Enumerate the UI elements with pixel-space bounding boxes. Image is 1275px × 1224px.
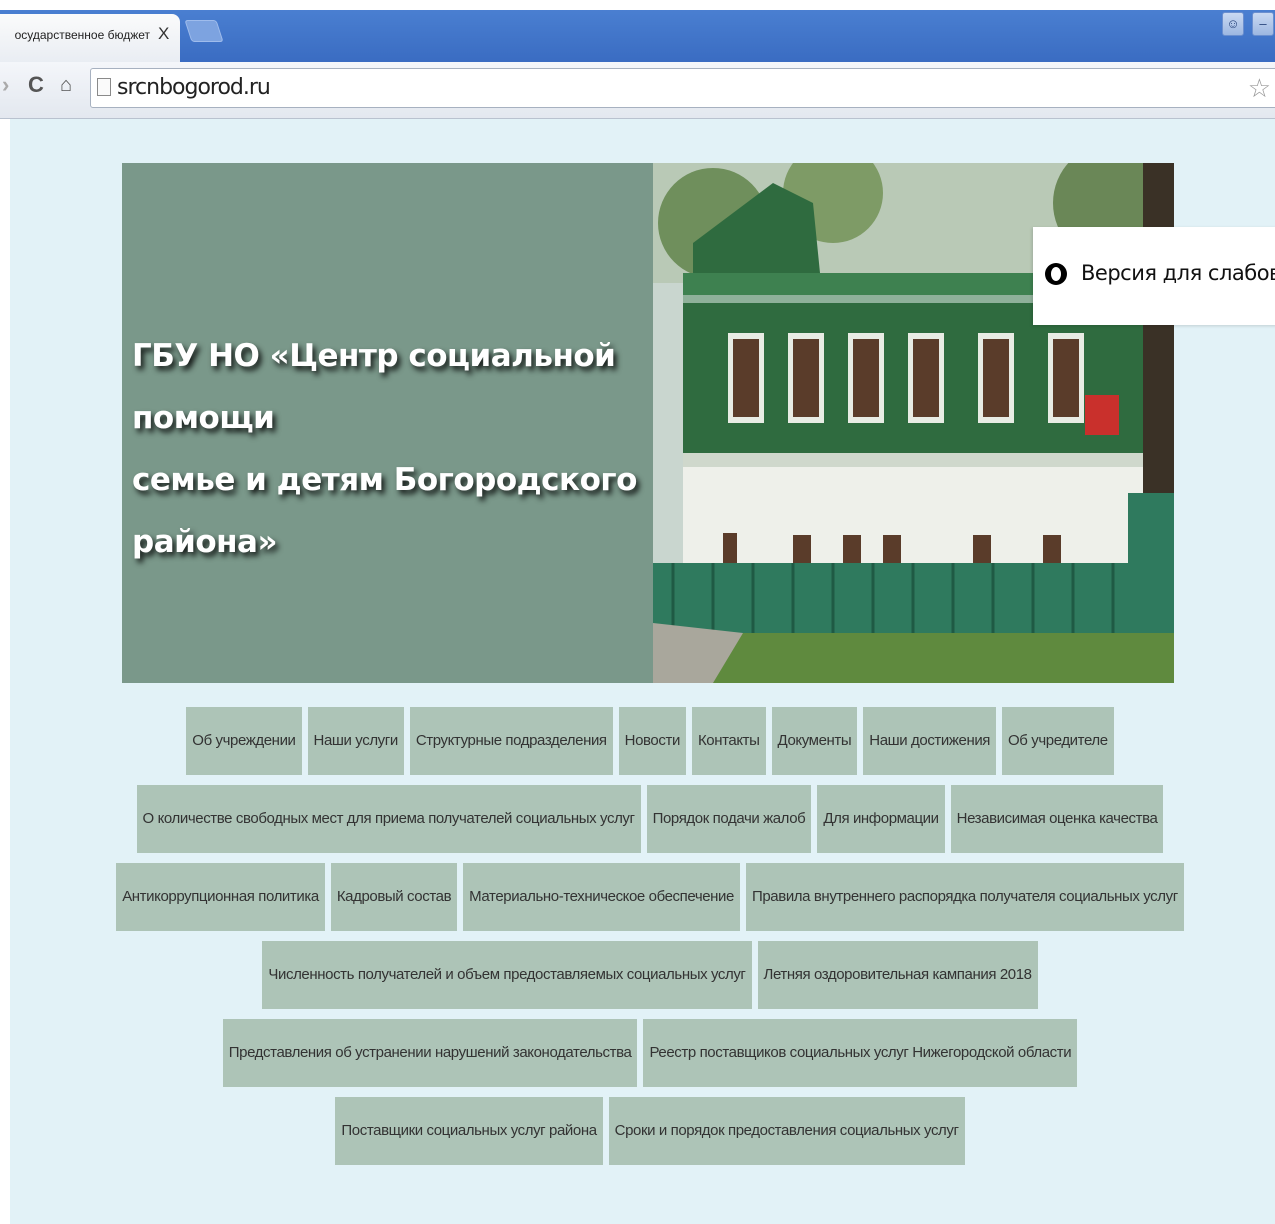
forward-icon[interactable]: › (2, 72, 9, 98)
menu-item[interactable]: Структурные подразделения (409, 707, 613, 775)
user-icon[interactable]: ☺ (1222, 12, 1244, 36)
menu-item[interactable]: Материально-техническое обеспечение (463, 863, 740, 931)
menu-item[interactable]: Наши достижения (863, 707, 997, 775)
page-viewport: ГБУ НО «Центр социальной помощи семье и … (10, 119, 1275, 1224)
menu-item[interactable]: Сроки и порядок предоставления социальны… (608, 1097, 965, 1165)
site-title[interactable]: ГБУ НО «Центр социальной помощи семье и … (132, 325, 662, 573)
page-icon (97, 78, 111, 96)
menu-item[interactable]: Об учреждении (186, 707, 302, 775)
menu-row: Антикоррупционная политика Кадровый соста… (116, 863, 1184, 931)
close-tab-icon[interactable]: X (158, 24, 169, 44)
menu-item[interactable]: Реестр поставщиков социальных услуг Ниже… (643, 1019, 1078, 1087)
menu-item[interactable]: Антикоррупционная политика (116, 863, 325, 931)
menu-item[interactable]: Летняя оздоровительная кампания 2018 (757, 941, 1038, 1009)
menu-item[interactable]: Независимая оценка качества (950, 785, 1164, 853)
menu-item[interactable]: Порядок подачи жалоб (646, 785, 812, 853)
site-title-line-2: семье и детям Богородского района» (132, 462, 637, 560)
new-tab-button[interactable] (184, 20, 224, 42)
menu-item[interactable]: Новости (618, 707, 686, 775)
menu-item[interactable]: Правила внутреннего распорядка получател… (745, 863, 1184, 931)
browser-toolbar: › C ⌂ srcnbogorod.ru ☆ (0, 62, 1275, 119)
menu-item[interactable]: Об учредителе (1002, 707, 1114, 775)
menu-row: О количестве свободных мест для приема п… (122, 785, 1178, 853)
eye-icon (1045, 263, 1067, 285)
browser-tab[interactable]: осударственное бюджет X (0, 14, 180, 62)
browser-tab-bar: осударственное бюджет X ☺ – (0, 0, 1275, 62)
site-header-banner: ГБУ НО «Центр социальной помощи семье и … (122, 163, 1174, 683)
home-icon[interactable]: ⌂ (60, 74, 72, 97)
low-vision-label: Версия для слабови (1081, 261, 1275, 285)
bookmark-star-icon[interactable]: ☆ (1248, 73, 1271, 104)
menu-item[interactable]: Поставщики социальных услуг района (335, 1097, 603, 1165)
menu-item[interactable]: Кадровый состав (330, 863, 458, 931)
minimize-icon[interactable]: – (1252, 12, 1274, 36)
menu-row: Поставщики социальных услуг района Сроки … (122, 1097, 1178, 1165)
menu-item[interactable]: Численность получателей и объем предоста… (262, 941, 752, 1009)
menu-row: Об учреждении Наши услуги Структурные подр… (122, 707, 1178, 775)
menu-item[interactable]: Контакты (691, 707, 766, 775)
menu-item[interactable]: Документы (771, 707, 858, 775)
address-bar[interactable]: srcnbogorod.ru ☆ (90, 68, 1275, 108)
site-title-line-1: ГБУ НО «Центр социальной помощи (132, 338, 616, 436)
reload-icon[interactable]: C (28, 72, 44, 98)
menu-row: Представления об устранении нарушений за… (122, 1019, 1178, 1087)
menu-item[interactable]: Для информации (817, 785, 945, 853)
url-text: srcnbogorod.ru (117, 75, 271, 100)
main-menu: Об учреждении Наши услуги Структурные подр… (116, 707, 1184, 1175)
menu-item[interactable]: Наши услуги (307, 707, 404, 775)
tab-title: осударственное бюджет (14, 28, 150, 42)
menu-item[interactable]: Представления об устранении нарушений за… (222, 1019, 638, 1087)
low-vision-version-button[interactable]: Версия для слабови (1033, 227, 1275, 325)
menu-row: Численность получателей и объем предоста… (122, 941, 1178, 1009)
menu-item[interactable]: О количестве свободных мест для приема п… (136, 785, 641, 853)
